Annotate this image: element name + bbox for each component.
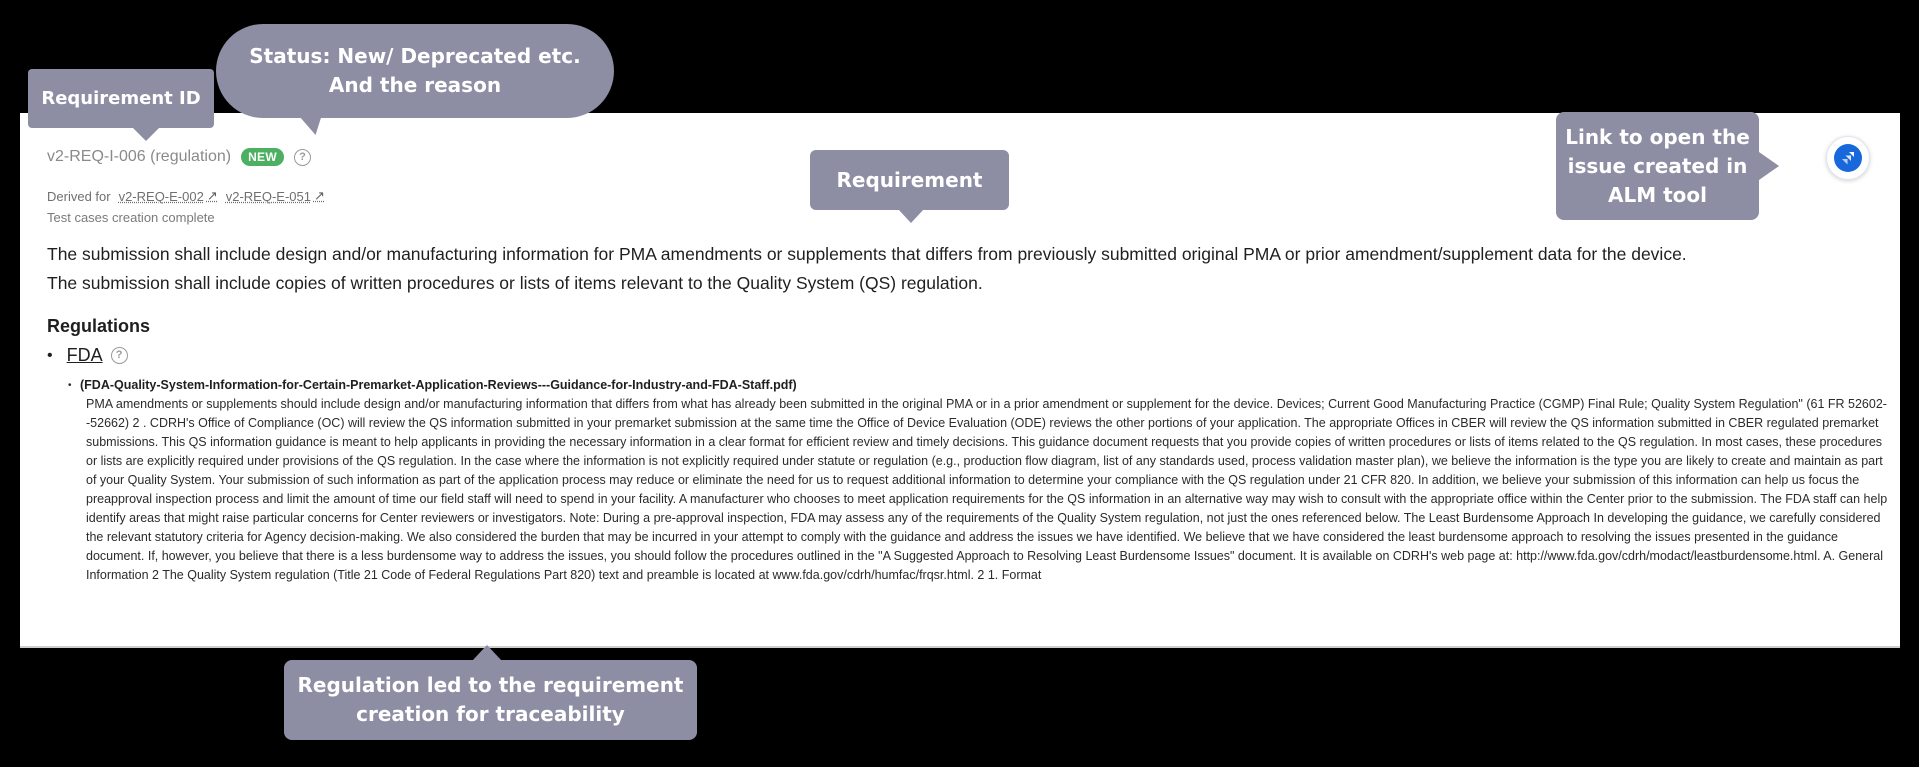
regulation-document: • (FDA-Quality-System-Information-for-Ce… xyxy=(68,376,1892,585)
derived-link-label: v2-REQ-E-002 xyxy=(118,188,204,204)
callout-text: Regulation led to the requirement xyxy=(297,673,684,697)
callout-text: Link to open the xyxy=(1565,124,1750,149)
requirement-line: The submission shall include copies of w… xyxy=(47,273,983,293)
bullet: • xyxy=(47,346,53,364)
help-icon[interactable]: ? xyxy=(293,148,311,166)
screenshot-frame: v2-REQ-I-006 (regulation) NEW ? Derived … xyxy=(0,0,1919,767)
callout-text: Requirement ID xyxy=(41,88,201,109)
requirement-id: v2-REQ-I-006 (regulation) xyxy=(47,148,232,165)
callout-status: Status: New/ Deprecated etc. And the rea… xyxy=(216,24,614,118)
callout-requirement: Requirement xyxy=(810,150,1009,223)
callout-text: issue created in xyxy=(1567,153,1748,178)
requirement-header: v2-REQ-I-006 (regulation) NEW ? xyxy=(47,148,311,166)
open-alm-issue-button[interactable] xyxy=(1826,136,1870,180)
callout-text: Status: New/ Deprecated etc. xyxy=(249,44,581,68)
requirement-line: The submission shall include design and/… xyxy=(47,244,1687,264)
callout-regulation: Regulation led to the requirement creati… xyxy=(284,645,697,740)
callout-alm-link: Link to open the issue created in ALM to… xyxy=(1556,112,1779,220)
requirement-text: The submission shall include design and/… xyxy=(47,240,1887,298)
callout-text: And the reason xyxy=(328,73,502,97)
external-link-icon: ↗ xyxy=(313,188,325,203)
derived-for: Derived for v2-REQ-E-002 ↗ v2-REQ-E-051 … xyxy=(47,188,325,204)
status-badge: NEW xyxy=(241,148,284,166)
derived-link-1[interactable]: v2-REQ-E-002 ↗ xyxy=(119,188,218,204)
regulation-source-item: • FDA ? xyxy=(47,345,128,366)
external-link-icon: ↗ xyxy=(206,188,218,203)
derived-link-2[interactable]: v2-REQ-E-051 ↗ xyxy=(226,188,325,204)
derived-link-label: v2-REQ-E-051 xyxy=(225,188,311,204)
regulations-heading: Regulations xyxy=(47,316,151,336)
document-title: (FDA-Quality-System-Information-for-Cert… xyxy=(80,378,797,392)
document-excerpt: PMA amendments or supplements should inc… xyxy=(86,397,1888,582)
callout-text: ALM tool xyxy=(1608,182,1707,207)
jira-logo-icon xyxy=(1834,144,1862,172)
callout-requirement-id: Requirement ID xyxy=(28,69,214,141)
derived-prefix: Derived for xyxy=(47,188,111,204)
test-case-status: Test cases creation complete xyxy=(47,210,215,225)
callout-text: creation for traceability xyxy=(356,702,625,726)
bullet: • xyxy=(68,380,72,391)
callout-text: Requirement xyxy=(836,168,983,192)
fda-link[interactable]: FDA xyxy=(67,345,103,366)
help-icon[interactable]: ? xyxy=(110,347,128,364)
